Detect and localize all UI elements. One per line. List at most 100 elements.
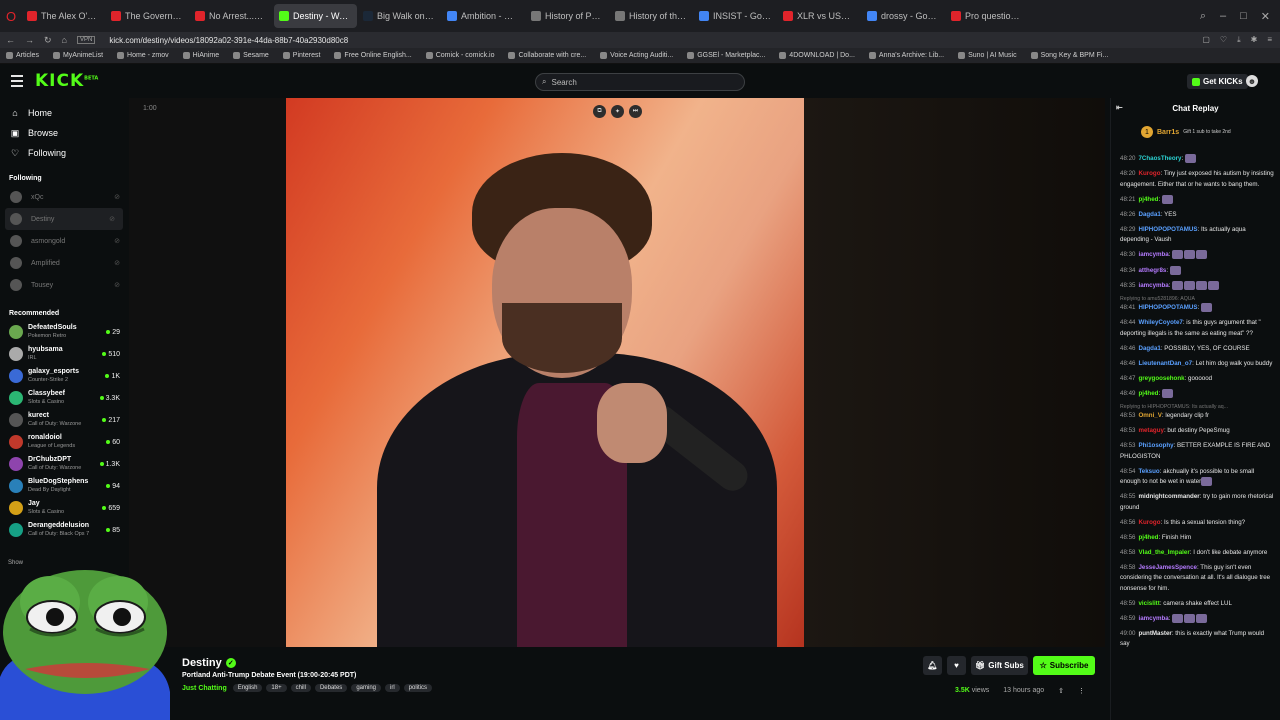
message-username[interactable]: HIPHOPOPOTAMUS bbox=[1138, 226, 1197, 233]
bookmark-item[interactable]: Anna's Archive: Lib... bbox=[868, 52, 944, 59]
opera-logo-icon[interactable]: O bbox=[0, 0, 22, 32]
message-username[interactable]: HIPHOPOPOTAMUS bbox=[1138, 304, 1197, 311]
bookmark-item[interactable]: GGSEl - Marketplac... bbox=[687, 52, 765, 59]
download-icon[interactable]: ⤓ bbox=[1237, 35, 1241, 45]
collapse-chat-icon[interactable]: ⇤ bbox=[1116, 103, 1123, 112]
following-item[interactable]: asmongold ⊘ bbox=[0, 230, 128, 252]
browser-tab[interactable]: History of the Israeli–Pale bbox=[610, 4, 693, 28]
message-username[interactable]: metaguy bbox=[1138, 427, 1163, 434]
message-username[interactable]: Dagda1 bbox=[1138, 345, 1160, 352]
screenshot-icon[interactable]: ▢ bbox=[1202, 35, 1210, 45]
message-username[interactable]: Vlad_the_Impaler bbox=[1138, 549, 1189, 556]
browser-tab[interactable]: XLR vs USB Mic: Which Sh bbox=[778, 4, 861, 28]
message-username[interactable]: iamcymba bbox=[1138, 615, 1168, 622]
tag-pill[interactable]: 18+ bbox=[266, 684, 287, 692]
menu-icon[interactable]: ≡ bbox=[1267, 35, 1272, 45]
skip-icon[interactable]: ⏭ bbox=[629, 105, 642, 118]
bookmark-item[interactable]: Collaborate with cre... bbox=[508, 52, 586, 59]
bookmark-item[interactable]: Sesame bbox=[233, 52, 269, 59]
tag-pill[interactable]: irl bbox=[385, 684, 400, 692]
browser-tab[interactable]: INSIST - Google Search bbox=[694, 4, 777, 28]
url-field[interactable]: kick.com/destiny/videos/18092a02-391e-44… bbox=[109, 36, 348, 45]
message-username[interactable]: Kurogo bbox=[1138, 170, 1160, 177]
notification-bell-icon[interactable]: 🔔︎ bbox=[923, 656, 942, 675]
recommended-item[interactable]: kurect Call of Duty: Warzone 217 bbox=[0, 409, 128, 431]
more-options-icon[interactable]: ⋮ bbox=[1078, 687, 1085, 695]
bookmark-item[interactable]: 4DOWNLOAD | Do... bbox=[779, 52, 855, 59]
bookmark-item[interactable]: Song Key & BPM Fi... bbox=[1030, 52, 1108, 59]
maximize-icon[interactable]: □ bbox=[1240, 10, 1247, 23]
following-item[interactable]: Amplified ⊘ bbox=[0, 252, 128, 274]
bookmark-item[interactable]: MyAnimeList bbox=[52, 52, 103, 59]
message-username[interactable]: 7ChaosTheory bbox=[1138, 155, 1181, 162]
tag-pill[interactable]: Debates bbox=[314, 684, 348, 692]
browser-tab[interactable]: Ambition - Google Search bbox=[442, 4, 525, 28]
recommended-item[interactable]: hyubsama IRL 510 bbox=[0, 343, 128, 365]
recommended-item[interactable]: Classybeef Slots & Casino 3.3K bbox=[0, 387, 128, 409]
recommended-item[interactable]: Jay Slots & Casino 659 bbox=[0, 497, 128, 519]
message-username[interactable]: WhileyCoyote7 bbox=[1138, 319, 1182, 326]
message-username[interactable]: Phi1osophy bbox=[1138, 442, 1173, 449]
bookmark-item[interactable]: Voice Acting Auditi... bbox=[600, 52, 673, 59]
tag-pill[interactable]: chill bbox=[290, 684, 311, 692]
user-avatar[interactable]: ☻ bbox=[1246, 75, 1258, 87]
tag-pill[interactable]: English bbox=[232, 684, 263, 692]
bookmark-icon[interactable]: ♡ bbox=[1220, 35, 1227, 45]
recommended-item[interactable]: ronaldoiol League of Legends 60 bbox=[0, 431, 128, 453]
category-link[interactable]: Just Chatting bbox=[182, 685, 227, 692]
message-username[interactable]: Dagda1 bbox=[1138, 211, 1160, 218]
search-tabs-icon[interactable]: ⌕ bbox=[1200, 10, 1206, 23]
subscribe-button[interactable]: ☆ Subscribe bbox=[1033, 656, 1095, 675]
browser-tab[interactable]: No Arrest...Has Dilvd Bee bbox=[190, 4, 273, 28]
sidebar-item-browse[interactable]: ▣ Browse bbox=[0, 123, 128, 143]
recommended-item[interactable]: DefeatedSouls Pokemon Retro 29 bbox=[0, 321, 128, 343]
bookmark-item[interactable]: Free Online English... bbox=[334, 52, 412, 59]
message-username[interactable]: JesseJamesSpence bbox=[1138, 564, 1196, 571]
message-username[interactable]: iamcymba bbox=[1138, 251, 1168, 258]
message-username[interactable]: pj4hed bbox=[1138, 390, 1158, 397]
browser-tab[interactable]: Destiny - Watch the V bbox=[274, 4, 357, 28]
clip-icon[interactable]: ⧉ bbox=[593, 105, 606, 118]
message-username[interactable]: atthegr8s bbox=[1138, 267, 1166, 274]
bookmark-item[interactable]: HiAnime bbox=[182, 52, 219, 59]
following-item[interactable]: xQc ⊘ bbox=[0, 186, 128, 208]
tag-pill[interactable]: politics bbox=[403, 684, 433, 692]
message-username[interactable]: Teksuo bbox=[1138, 468, 1159, 475]
following-item[interactable]: Tousey ⊘ bbox=[0, 274, 128, 296]
browser-tab[interactable]: History of Palestine - Wik bbox=[526, 4, 609, 28]
recommended-item[interactable]: BlueDogStephens Dead By Daylight 94 bbox=[0, 475, 128, 497]
pinned-text[interactable]: Gift 1 sub to take 2nd bbox=[1183, 129, 1231, 135]
tag-pill[interactable]: gaming bbox=[351, 684, 381, 692]
browser-tab[interactable]: The Government Shutdown bbox=[106, 4, 189, 28]
back-icon[interactable]: ← bbox=[6, 35, 15, 45]
recommended-item[interactable]: galaxy_esports Counter-Strike 2 1K bbox=[0, 365, 128, 387]
vpn-badge[interactable]: VPN bbox=[76, 36, 96, 44]
browser-tab[interactable]: The Alex O'Connor Podcast bbox=[22, 4, 105, 28]
message-username[interactable]: Omni_V bbox=[1138, 412, 1161, 419]
following-item[interactable]: Destiny ⊘ bbox=[5, 208, 123, 230]
share-icon[interactable]: ⇧ bbox=[1058, 687, 1064, 695]
forward-icon[interactable]: → bbox=[25, 35, 34, 45]
follow-heart-icon[interactable]: ♥ bbox=[947, 656, 966, 675]
message-username[interactable]: puntMaster bbox=[1138, 630, 1171, 637]
browser-tab[interactable]: drossy - Google Search bbox=[862, 4, 945, 28]
video-player[interactable]: 1:00 ⧉ ✦ ⏭ bbox=[129, 98, 1105, 647]
message-username[interactable]: Kurogo bbox=[1138, 519, 1160, 526]
reload-icon[interactable]: ↻ bbox=[44, 35, 52, 46]
extensions-icon[interactable]: ✱ bbox=[1251, 35, 1258, 45]
recommended-item[interactable]: Derangeddelusion Call of Duty: Black Ops … bbox=[0, 519, 128, 541]
gift-subs-button[interactable]: 🎁︎ Gift Subs bbox=[971, 656, 1028, 675]
home-browser-icon[interactable]: ⌂ bbox=[62, 35, 67, 45]
message-username[interactable]: vicislitt bbox=[1138, 600, 1159, 607]
browser-tab[interactable]: Big Walk on Steam bbox=[358, 4, 441, 28]
message-username[interactable]: midnightcommander bbox=[1138, 493, 1199, 500]
browser-tab[interactable]: Pro question: Are all mic bbox=[946, 4, 1029, 28]
message-username[interactable]: pj4hed bbox=[1138, 534, 1158, 541]
minimize-icon[interactable]: – bbox=[1220, 10, 1226, 23]
bookmark-item[interactable]: Suno | AI Music bbox=[958, 52, 1017, 59]
bookmark-item[interactable]: Comick - comick.io bbox=[425, 52, 494, 59]
message-username[interactable]: greygoosehonk bbox=[1138, 375, 1184, 382]
close-window-icon[interactable]: ✕ bbox=[1261, 10, 1270, 23]
pinned-user[interactable]: Barr1s bbox=[1157, 129, 1179, 136]
settings-icon[interactable]: ✦ bbox=[611, 105, 624, 118]
